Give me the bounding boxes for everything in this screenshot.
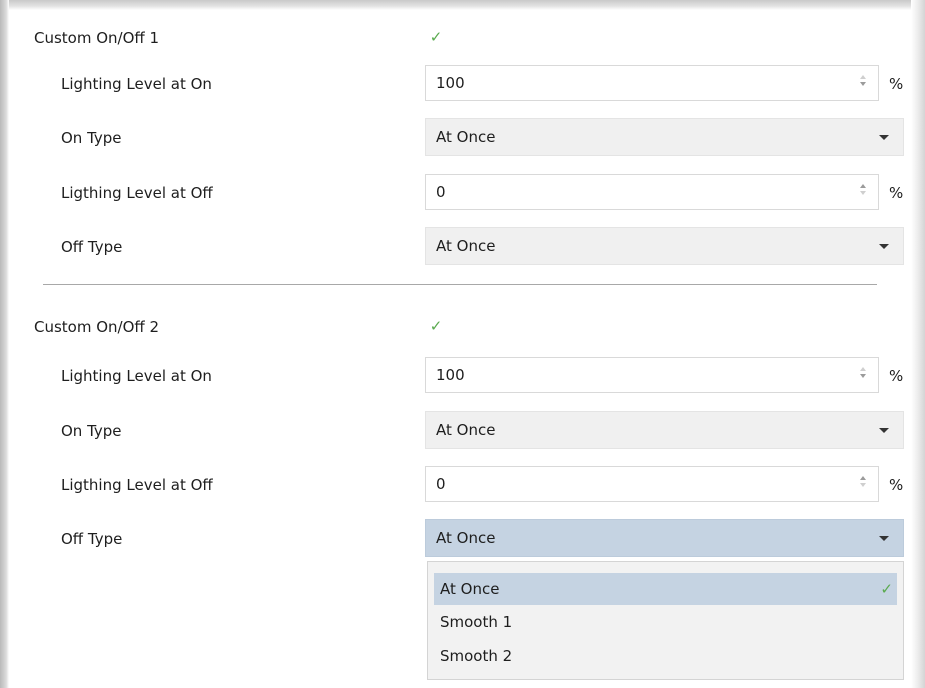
arrow-up-icon[interactable] bbox=[860, 476, 866, 480]
arrow-up-icon[interactable] bbox=[860, 75, 866, 79]
caret-down-icon bbox=[879, 428, 889, 433]
unit-label: % bbox=[889, 184, 904, 202]
on-type-value: At Once bbox=[436, 421, 496, 439]
arrow-down-icon[interactable] bbox=[860, 483, 866, 487]
lighting-level-off-label: Ligthing Level at Off bbox=[61, 476, 213, 494]
lighting-level-off-input[interactable]: 0 bbox=[425, 174, 879, 210]
window-frame-top bbox=[0, 0, 925, 10]
off-type-value: At Once bbox=[436, 529, 496, 547]
window-frame-left bbox=[0, 0, 9, 688]
section-2-enable-checkbox[interactable]: ✓ bbox=[428, 317, 444, 335]
menu-option-label: At Once bbox=[440, 580, 500, 598]
menu-option-label: Smooth 1 bbox=[440, 613, 513, 631]
lighting-level-off-label: Ligthing Level at Off bbox=[61, 184, 213, 202]
on-type-value: At Once bbox=[436, 128, 496, 146]
caret-down-icon bbox=[879, 244, 889, 249]
window-frame-right bbox=[911, 0, 925, 688]
lighting-level-off-input[interactable]: 0 bbox=[425, 466, 879, 502]
unit-label: % bbox=[889, 367, 904, 385]
arrow-down-icon[interactable] bbox=[860, 191, 866, 195]
arrow-up-icon[interactable] bbox=[860, 367, 866, 371]
section-1-enable-checkbox[interactable]: ✓ bbox=[428, 28, 444, 46]
unit-label: % bbox=[889, 75, 904, 93]
arrow-down-icon[interactable] bbox=[860, 374, 866, 378]
lighting-level-off-value: 0 bbox=[436, 183, 446, 201]
off-type-dropdown[interactable]: At Once bbox=[425, 227, 904, 265]
off-type-dropdown-menu: At Once ✓ Smooth 1 Smooth 2 bbox=[427, 561, 904, 680]
off-type-label: Off Type bbox=[61, 238, 123, 256]
off-type-label: Off Type bbox=[61, 530, 123, 548]
off-type-dropdown[interactable]: At Once bbox=[425, 519, 904, 557]
arrow-down-icon[interactable] bbox=[860, 82, 866, 86]
off-type-value: At Once bbox=[436, 237, 496, 255]
menu-option-smooth-2[interactable]: Smooth 2 bbox=[434, 640, 897, 672]
caret-down-icon bbox=[879, 135, 889, 140]
lighting-level-on-value: 100 bbox=[436, 366, 465, 384]
unit-label: % bbox=[889, 476, 904, 494]
menu-option-label: Smooth 2 bbox=[440, 647, 513, 665]
on-type-label: On Type bbox=[61, 422, 122, 440]
on-type-label: On Type bbox=[61, 129, 122, 147]
check-icon: ✓ bbox=[880, 580, 893, 598]
check-icon: ✓ bbox=[429, 28, 443, 46]
lighting-level-on-label: Lighting Level at On bbox=[61, 367, 212, 385]
section-divider bbox=[43, 284, 877, 285]
lighting-level-off-value: 0 bbox=[436, 475, 446, 493]
on-type-dropdown[interactable]: At Once bbox=[425, 411, 904, 449]
on-type-dropdown[interactable]: At Once bbox=[425, 118, 904, 156]
lighting-level-on-input[interactable]: 100 bbox=[425, 65, 879, 101]
lighting-level-on-label: Lighting Level at On bbox=[61, 75, 212, 93]
menu-option-smooth-1[interactable]: Smooth 1 bbox=[434, 606, 897, 638]
menu-option-at-once[interactable]: At Once ✓ bbox=[434, 573, 897, 605]
lighting-level-on-input[interactable]: 100 bbox=[425, 357, 879, 393]
arrow-up-icon[interactable] bbox=[860, 184, 866, 188]
section-title: Custom On/Off 1 bbox=[34, 29, 160, 47]
check-icon: ✓ bbox=[429, 317, 443, 335]
section-title: Custom On/Off 2 bbox=[34, 318, 160, 336]
lighting-level-on-value: 100 bbox=[436, 74, 465, 92]
caret-down-icon bbox=[879, 536, 889, 541]
